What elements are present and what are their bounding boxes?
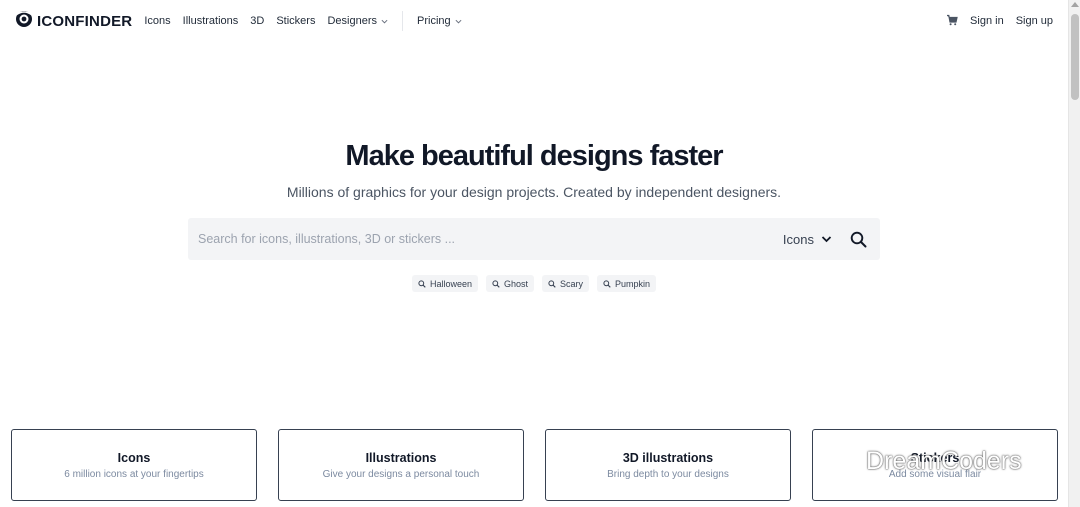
main-menu: Icons Illustrations 3D Stickers Designer… bbox=[144, 11, 462, 31]
card-description: Bring depth to your designs bbox=[607, 469, 729, 480]
iconfinder-eye-logo-icon bbox=[14, 10, 34, 33]
card-title: Illustrations bbox=[365, 451, 437, 465]
scrollbar-thumb[interactable] bbox=[1071, 14, 1079, 100]
nav-actions: Sign in Sign up bbox=[946, 0, 1053, 42]
tag-pumpkin[interactable]: Pumpkin bbox=[597, 275, 657, 292]
search-type-dropdown[interactable]: Icons bbox=[783, 232, 832, 247]
chevron-down-icon bbox=[455, 19, 462, 24]
search-type-label: Icons bbox=[782, 231, 814, 247]
search-icon bbox=[492, 279, 500, 288]
chevron-down-icon bbox=[381, 19, 388, 24]
tag-scary[interactable]: Scary bbox=[542, 275, 590, 292]
tag-ghost[interactable]: Ghost bbox=[485, 275, 534, 292]
top-nav: ICONFINDER Icons Illustrations 3D Sticke… bbox=[0, 0, 1068, 42]
nav-link-icons[interactable]: Icons bbox=[144, 15, 170, 27]
hero-title: Make beautiful designs faster bbox=[0, 140, 1068, 173]
tag-halloween[interactable]: Halloween bbox=[411, 275, 478, 292]
card-description: 6 million icons at your fingertips bbox=[64, 469, 204, 480]
card-title: Icons bbox=[117, 451, 151, 465]
hero-title-start: Make bbox=[345, 140, 415, 172]
card-description: Give your designs a personal touch bbox=[322, 469, 480, 480]
search-input[interactable] bbox=[188, 218, 783, 260]
nav-link-3d[interactable]: 3D bbox=[250, 15, 264, 27]
brand-name: ICONFINDER bbox=[37, 12, 133, 30]
tag-label: Halloween bbox=[429, 278, 472, 289]
search-icon bbox=[603, 279, 611, 288]
search-icon bbox=[850, 231, 866, 247]
brand-logo[interactable]: ICONFINDER bbox=[14, 10, 132, 33]
designers-label: Designers bbox=[327, 15, 377, 27]
tag-label: Scary bbox=[560, 278, 584, 289]
tag-label: Ghost bbox=[503, 278, 528, 289]
category-card-illustrations[interactable]: Illustrations Give your designs a person… bbox=[278, 429, 524, 501]
hero-subtitle: Millions of graphics for your design pro… bbox=[286, 184, 782, 200]
search-icon bbox=[548, 279, 556, 288]
nav-link-stickers[interactable]: Stickers bbox=[276, 15, 315, 27]
hero-title-highlight: beautiful designs bbox=[419, 140, 646, 172]
category-card-icons[interactable]: Icons 6 million icons at your fingertips bbox=[11, 429, 257, 501]
sign-up-link[interactable]: Sign up bbox=[1016, 15, 1053, 27]
scroll-up-arrow-icon[interactable] bbox=[1071, 2, 1079, 7]
wechat-icon bbox=[826, 448, 857, 474]
category-card-3d-illustrations[interactable]: 3D illustrations Bring depth to your des… bbox=[545, 429, 791, 501]
search-bar: Icons bbox=[188, 218, 880, 260]
nav-link-illustrations[interactable]: Illustrations bbox=[183, 15, 239, 27]
page-scrollbar[interactable] bbox=[1068, 0, 1080, 507]
search-button[interactable] bbox=[848, 229, 868, 249]
watermark: DreamCoders bbox=[824, 446, 1022, 476]
chevron-down-icon bbox=[821, 236, 832, 243]
cart-icon[interactable] bbox=[946, 14, 958, 29]
nav-link-pricing[interactable]: Pricing bbox=[417, 15, 462, 27]
nav-divider bbox=[402, 11, 403, 31]
nav-link-designers[interactable]: Designers bbox=[327, 15, 388, 27]
popular-tags: Halloween Ghost Scary Pumpkin bbox=[0, 275, 1068, 292]
watermark-text: DreamCoders bbox=[866, 446, 1022, 475]
search-icon bbox=[418, 279, 426, 288]
tag-label: Pumpkin bbox=[615, 278, 651, 289]
card-title: 3D illustrations bbox=[622, 451, 714, 465]
hero-title-end: faster bbox=[649, 140, 724, 172]
sign-in-link[interactable]: Sign in bbox=[970, 15, 1004, 27]
pricing-label: Pricing bbox=[417, 15, 451, 27]
